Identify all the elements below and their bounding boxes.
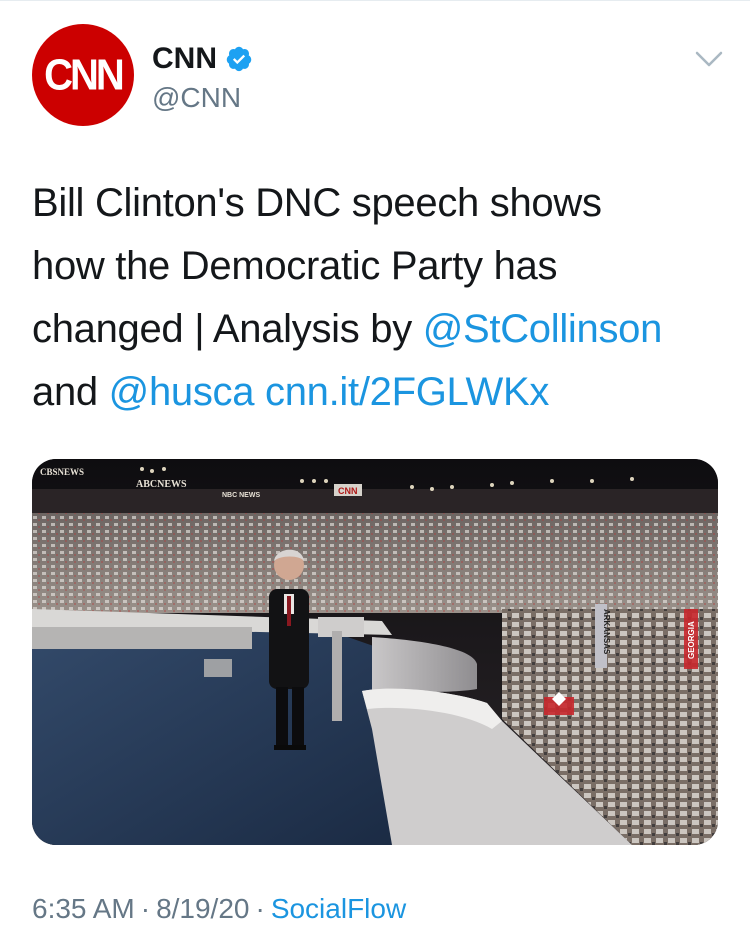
tweet-photo[interactable]: CBSNEWS ABCNEWS NBC NEWS CNN ARKANSAS GE… — [32, 459, 718, 845]
author-name[interactable]: CNN — [152, 42, 217, 76]
tweet-line-3: changed | Analysis by @StCollinson — [32, 298, 722, 361]
tweet-time: 6:35 AM — [32, 893, 135, 924]
arkansas-sign: ARKANSAS — [602, 609, 611, 655]
avatar[interactable]: CNN — [32, 24, 134, 126]
author-name-row: CNN — [152, 42, 253, 76]
meta-separator: · — [255, 893, 265, 924]
cbs-sign: CBSNEWS — [40, 467, 84, 477]
tweet-text: Bill Clinton's DNC speech shows how the … — [32, 172, 722, 424]
nbc-sign: NBC NEWS — [222, 492, 260, 499]
tweet-text-segment: changed | Analysis by — [32, 307, 423, 351]
mention-stcollinson[interactable]: @StCollinson — [423, 307, 663, 351]
tweet-url-link[interactable]: cnn.it/2FGLWKx — [265, 370, 549, 414]
tweet-source-link[interactable]: SocialFlow — [271, 893, 406, 924]
tweet-text-segment: and — [32, 370, 109, 414]
tweet-line-2: how the Democratic Party has — [32, 244, 558, 288]
tweet-date: 8/19/20 — [156, 893, 250, 924]
mention-husca[interactable]: @husca — [109, 370, 255, 414]
top-divider — [0, 0, 750, 1]
author-handle[interactable]: @CNN — [152, 82, 241, 114]
meta-separator: · — [140, 893, 151, 924]
tweet-line-1: Bill Clinton's DNC speech shows — [32, 181, 602, 225]
cnn-sign: CNN — [338, 486, 358, 496]
cnn-logo: CNN — [44, 50, 125, 99]
convention-photo: CBSNEWS ABCNEWS NBC NEWS CNN ARKANSAS GE… — [32, 459, 718, 845]
georgia-sign: GEORGIA — [687, 621, 696, 659]
tweet-meta: 6:35 AM · 8/19/20 · SocialFlow — [32, 892, 406, 926]
tweet-text-space — [254, 370, 265, 414]
verified-badge-icon — [226, 46, 252, 72]
tweet-line-4: and @husca cnn.it/2FGLWKx — [32, 361, 722, 424]
chevron-down-icon[interactable] — [694, 48, 724, 70]
abc-sign: ABCNEWS — [136, 479, 187, 490]
